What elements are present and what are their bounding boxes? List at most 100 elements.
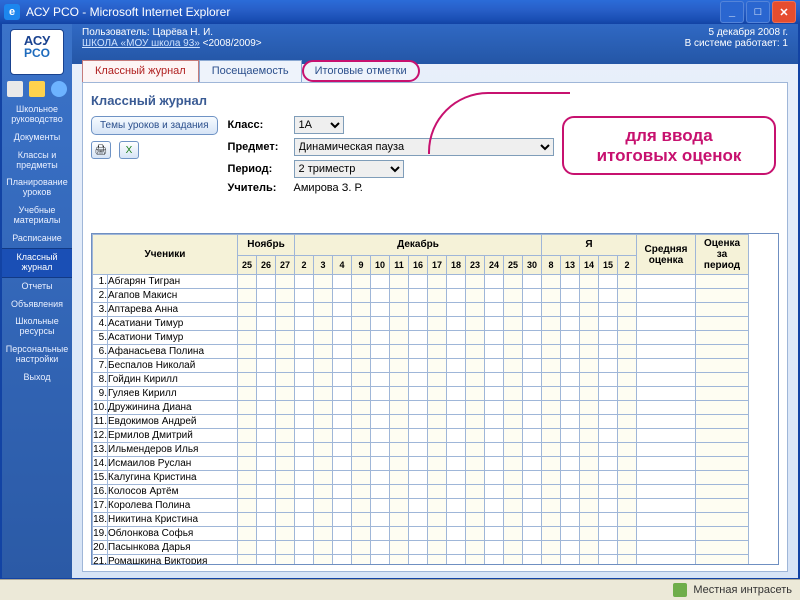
grade-cell[interactable] [428,457,447,471]
grade-cell[interactable] [485,317,504,331]
grade-cell[interactable] [352,415,371,429]
grade-cell[interactable] [618,387,637,401]
grade-cell[interactable] [447,331,466,345]
grade-cell[interactable] [314,499,333,513]
grade-cell[interactable] [504,527,523,541]
grade-cell[interactable] [485,387,504,401]
grade-cell[interactable] [257,429,276,443]
grade-cell[interactable] [428,373,447,387]
grade-cell[interactable] [390,499,409,513]
sidebar-item-10[interactable]: Персональные настройки [2,341,72,369]
grade-cell[interactable] [295,303,314,317]
grade-cell[interactable] [485,513,504,527]
grade-cell[interactable] [523,303,542,317]
day-header[interactable]: 3 [314,255,333,274]
grade-cell[interactable] [257,289,276,303]
grade-cell[interactable] [618,373,637,387]
grade-cell[interactable] [333,485,352,499]
student-name[interactable]: Ромашкина Виктория [108,555,238,566]
day-header[interactable]: 25 [238,255,257,274]
grade-cell[interactable] [485,289,504,303]
grade-cell[interactable] [409,387,428,401]
grade-cell[interactable] [390,415,409,429]
grade-cell[interactable] [485,359,504,373]
grade-cell[interactable] [561,527,580,541]
grade-cell[interactable] [618,457,637,471]
period-cell[interactable] [696,527,749,541]
student-name[interactable]: Королева Полина [108,499,238,513]
day-header[interactable]: 16 [409,255,428,274]
grade-cell[interactable] [561,303,580,317]
grade-cell[interactable] [276,527,295,541]
grade-cell[interactable] [447,541,466,555]
grade-cell[interactable] [295,317,314,331]
grade-cell[interactable] [409,401,428,415]
grade-cell[interactable] [333,303,352,317]
grade-cell[interactable] [333,527,352,541]
grade-cell[interactable] [447,387,466,401]
grade-cell[interactable] [314,555,333,566]
grade-cell[interactable] [599,443,618,457]
grade-cell[interactable] [295,485,314,499]
grade-cell[interactable] [542,457,561,471]
grade-cell[interactable] [295,555,314,566]
grade-cell[interactable] [276,457,295,471]
grade-cell[interactable] [314,527,333,541]
grade-cell[interactable] [523,289,542,303]
grade-cell[interactable] [504,513,523,527]
grade-cell[interactable] [371,499,390,513]
grade-cell[interactable] [238,555,257,566]
grade-cell[interactable] [485,527,504,541]
grade-cell[interactable] [428,317,447,331]
grade-cell[interactable] [523,499,542,513]
grade-cell[interactable] [276,429,295,443]
grade-cell[interactable] [257,541,276,555]
grade-cell[interactable] [428,555,447,566]
grade-cell[interactable] [561,485,580,499]
grade-cell[interactable] [333,555,352,566]
grade-cell[interactable] [447,415,466,429]
grade-cell[interactable] [390,331,409,345]
grade-cell[interactable] [504,275,523,289]
grade-cell[interactable] [314,289,333,303]
grade-cell[interactable] [238,289,257,303]
period-cell[interactable] [696,555,749,566]
grade-cell[interactable] [599,317,618,331]
grade-cell[interactable] [466,471,485,485]
grade-cell[interactable] [580,331,599,345]
grade-cell[interactable] [333,513,352,527]
grade-cell[interactable] [409,359,428,373]
grade-cell[interactable] [333,471,352,485]
grade-cell[interactable] [580,527,599,541]
grade-cell[interactable] [466,555,485,566]
grade-cell[interactable] [542,429,561,443]
grade-cell[interactable] [371,303,390,317]
grade-cell[interactable] [371,443,390,457]
grade-cell[interactable] [599,345,618,359]
grade-cell[interactable] [561,513,580,527]
student-name[interactable]: Афанасьева Полина [108,345,238,359]
day-header[interactable]: 18 [447,255,466,274]
grade-cell[interactable] [561,499,580,513]
grade-cell[interactable] [428,541,447,555]
grade-cell[interactable] [542,401,561,415]
grade-cell[interactable] [542,485,561,499]
grade-cell[interactable] [257,471,276,485]
day-header[interactable]: 13 [561,255,580,274]
grade-cell[interactable] [485,373,504,387]
grade-cell[interactable] [618,527,637,541]
grade-cell[interactable] [314,429,333,443]
grade-cell[interactable] [371,527,390,541]
grade-cell[interactable] [542,443,561,457]
grade-cell[interactable] [542,471,561,485]
day-header[interactable]: 15 [599,255,618,274]
grade-cell[interactable] [542,275,561,289]
grade-cell[interactable] [371,541,390,555]
grade-cell[interactable] [542,303,561,317]
sidebar-item-11[interactable]: Выход [2,369,72,387]
grade-cell[interactable] [390,359,409,373]
grade-cell[interactable] [447,513,466,527]
grade-cell[interactable] [238,457,257,471]
grade-cell[interactable] [618,303,637,317]
grade-cell[interactable] [333,317,352,331]
